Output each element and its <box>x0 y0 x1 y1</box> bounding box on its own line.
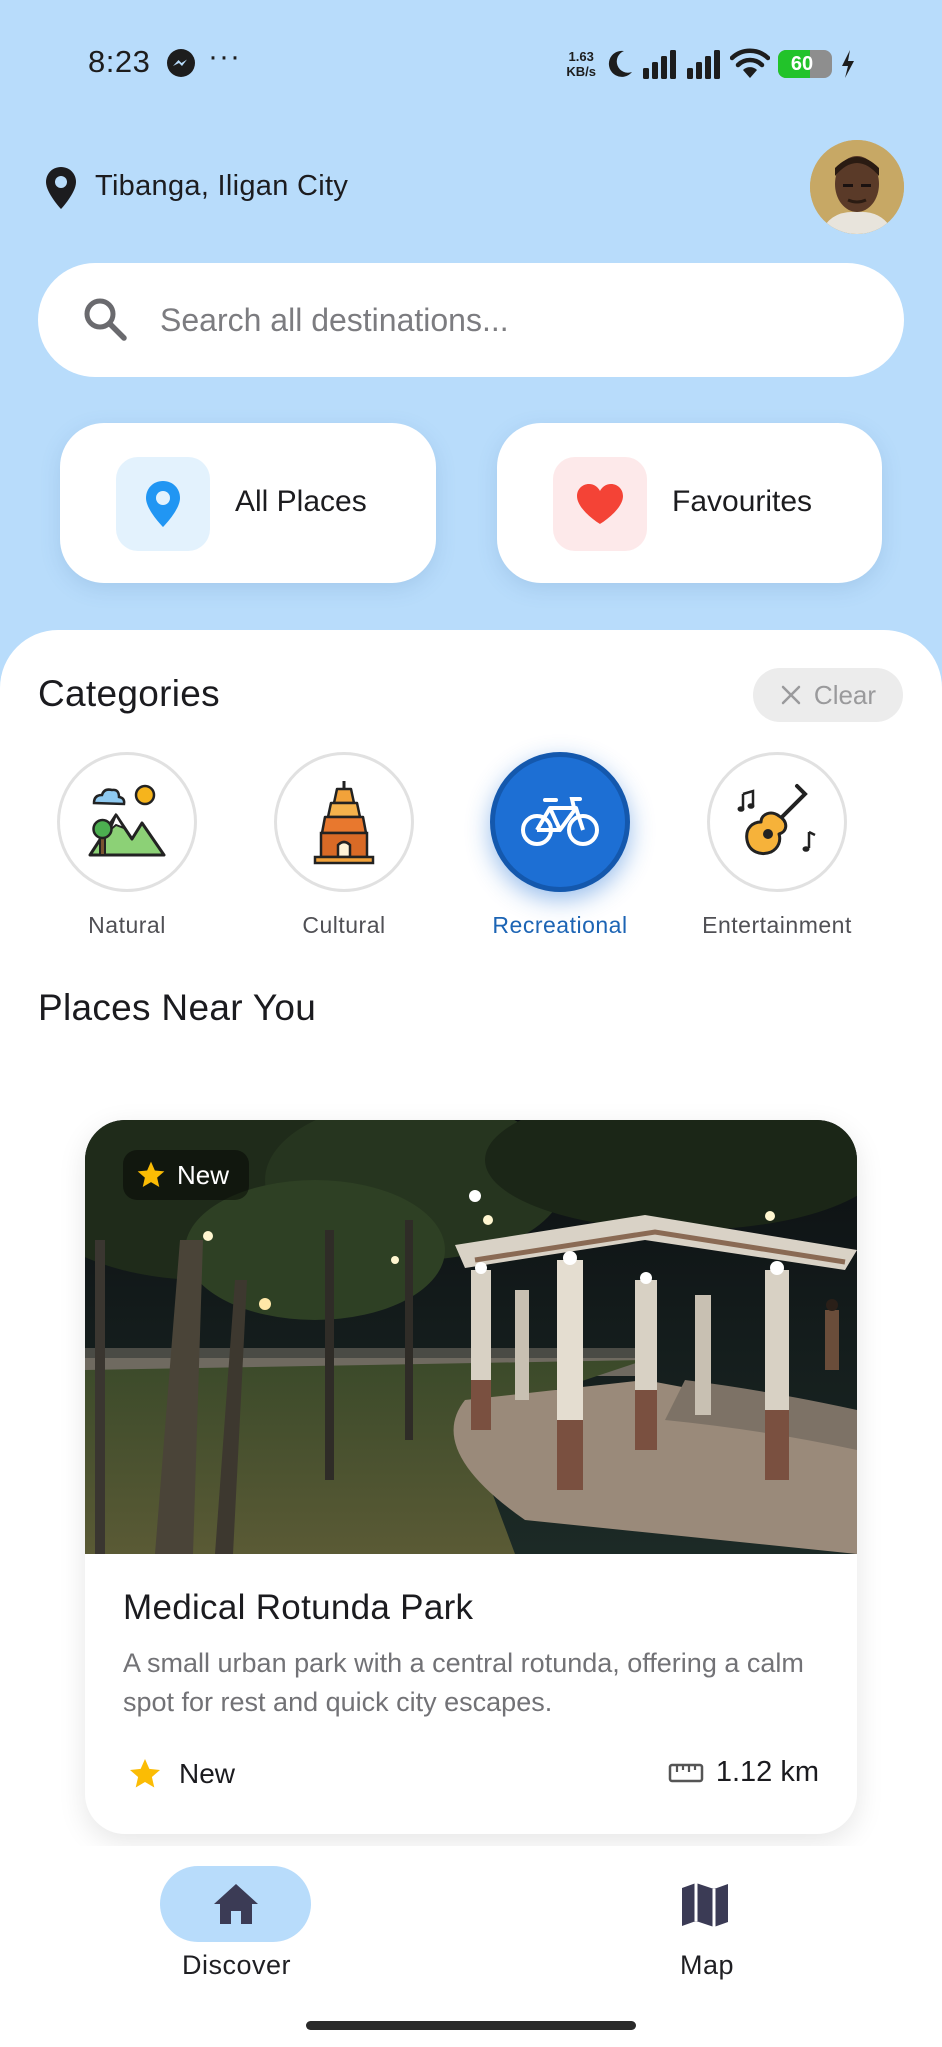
status-time: 8:23 <box>88 44 151 79</box>
category-cultural[interactable] <box>274 752 414 892</box>
place-card[interactable]: New Medical Rotunda Park A small urban p… <box>85 1120 857 1834</box>
bicycle-icon <box>521 797 599 846</box>
new-badge: New <box>123 1150 250 1200</box>
category-cultural-label: Cultural <box>302 912 386 938</box>
mountain-icon <box>88 784 166 857</box>
close-icon <box>781 685 801 705</box>
network-speed: 1.63 KB/s <box>566 49 596 79</box>
category-natural[interactable] <box>57 752 197 892</box>
places-near-you-title: Places Near You <box>38 987 317 1028</box>
bottom-navigation <box>0 1846 942 2047</box>
place-rating: New <box>127 1756 235 1792</box>
favourites-label: Favourites <box>672 485 813 518</box>
clear-filter-button[interactable]: Clear <box>753 668 903 722</box>
nav-discover[interactable] <box>160 1866 311 1942</box>
category-recreational[interactable] <box>490 752 630 892</box>
clear-label: Clear <box>813 679 877 710</box>
category-recreational-label: Recreational <box>492 912 628 938</box>
rating-label: New <box>179 1758 236 1789</box>
map-icon[interactable] <box>680 1880 730 1930</box>
category-entertainment[interactable] <box>707 752 847 892</box>
user-avatar[interactable] <box>810 140 904 234</box>
new-badge-label: New <box>177 1159 230 1190</box>
search-input[interactable] <box>160 299 820 341</box>
signal-icon <box>643 50 676 79</box>
all-places-icon-box <box>116 457 210 551</box>
status-bar: 8:23 ··· 1.63 KB/s 60 <box>0 0 942 126</box>
wifi-icon <box>730 48 770 78</box>
nav-map-label[interactable]: Map <box>680 1950 734 1981</box>
star-icon <box>130 1759 160 1788</box>
guitar-icon <box>737 784 816 855</box>
all-places-button[interactable]: All Places <box>60 423 436 583</box>
home-indicator <box>306 2021 636 2030</box>
location-pin-icon <box>46 167 76 209</box>
charging-icon <box>842 50 854 78</box>
signal-icon <box>687 50 720 79</box>
nav-discover-label[interactable]: Discover <box>182 1950 291 1981</box>
distance-label: 1.12 km <box>715 1756 819 1788</box>
all-places-label: All Places <box>235 485 367 518</box>
status-icons: 1.63 KB/s 60 <box>566 44 856 84</box>
search-icon <box>84 298 127 341</box>
place-distance: 1.12 km <box>668 1756 819 1789</box>
moon-icon <box>608 50 632 77</box>
heart-icon <box>577 484 623 524</box>
favourites-icon-box <box>553 457 647 551</box>
map-pin-icon <box>146 481 180 527</box>
place-description: A small urban park with a central rotund… <box>123 1648 804 1717</box>
category-entertainment-label: Entertainment <box>702 912 852 938</box>
favourites-button[interactable]: Favourites <box>497 423 882 583</box>
categories-title: Categories <box>38 673 220 714</box>
more-notifications-icon: ··· <box>208 40 241 73</box>
pagoda-icon <box>313 781 375 865</box>
star-icon <box>137 1161 165 1187</box>
battery-indicator: 60 <box>778 50 832 78</box>
home-icon <box>213 1884 258 1924</box>
messenger-icon <box>167 49 195 77</box>
ruler-icon <box>668 1763 704 1782</box>
current-location[interactable]: Tibanga, Iligan City <box>95 170 348 203</box>
place-name: Medical Rotunda Park <box>123 1588 474 1627</box>
category-natural-label: Natural <box>88 912 166 938</box>
